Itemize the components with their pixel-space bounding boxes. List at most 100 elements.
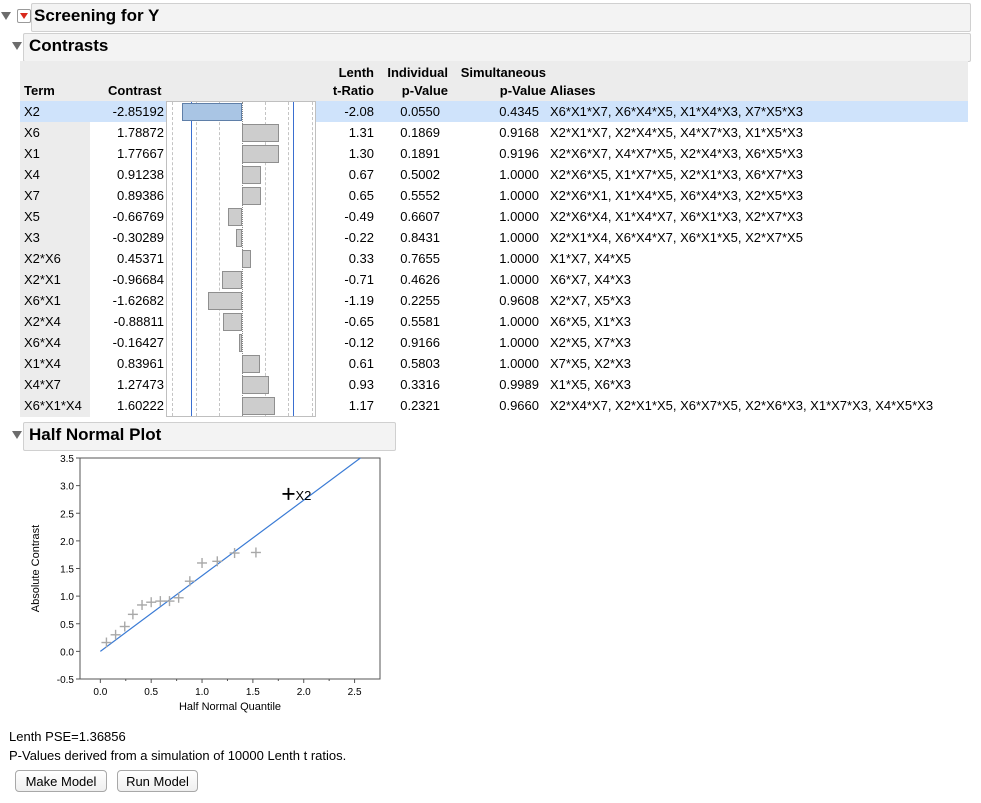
term-cell: X6*X4 <box>24 335 61 350</box>
header-term[interactable]: Term <box>24 83 55 98</box>
point-label: X2 <box>295 488 311 503</box>
header-lenth-top: Lenth <box>338 65 374 80</box>
term-cell: X2 <box>24 104 40 119</box>
individual-p-value-cell: 0.4626 <box>400 272 440 287</box>
header-contrast[interactable]: Contrast <box>108 83 161 98</box>
term-cell: X2*X4 <box>24 314 61 329</box>
contrast-bar[interactable] <box>223 313 242 331</box>
header-simultaneous-bottom[interactable]: p-Value <box>450 83 546 98</box>
screening-header-bar <box>31 3 971 32</box>
y-axis-label: Absolute Contrast <box>30 525 42 612</box>
table-row[interactable]: X7 0.89386 0.65 0.5552 1.0000 X2*X6*X1, X1*X4… <box>20 185 968 206</box>
individual-p-value-cell: 0.0550 <box>400 104 440 119</box>
contrast-bar[interactable] <box>238 334 242 352</box>
x-tick-label: 0.5 <box>144 687 158 698</box>
table-row[interactable]: X1 1.77667 1.30 0.1891 0.9196 X2*X6*X7, X4*X7… <box>20 143 968 164</box>
disclosure-triangle-icon[interactable] <box>12 42 22 50</box>
individual-p-value-cell: 0.8431 <box>400 230 440 245</box>
simultaneous-p-value-cell: 1.0000 <box>499 356 539 371</box>
term-cell: X1*X4 <box>24 356 61 371</box>
individual-p-value-cell: 0.7655 <box>400 251 440 266</box>
contrast-cell: -0.66769 <box>112 209 164 224</box>
table-row[interactable]: X6 1.78872 1.31 0.1869 0.9168 X2*X1*X7, X2*X4… <box>20 122 968 143</box>
term-cell: X6 <box>24 125 40 140</box>
table-row[interactable]: X4 0.91238 0.67 0.5002 1.0000 X2*X6*X5, X1*X7… <box>20 164 968 185</box>
table-row[interactable]: X6*X1 -1.62682 -1.19 0.2255 0.9608 X2*X7, X5*… <box>20 290 968 311</box>
header-aliases[interactable]: Aliases <box>550 83 596 98</box>
aliases-cell: X1*X7, X4*X5 <box>550 251 631 266</box>
table-row[interactable]: X5 -0.66769 -0.49 0.6607 1.0000 X2*X6*X4, X1*… <box>20 206 968 227</box>
header-simultaneous-top: Simultaneous <box>460 65 546 80</box>
contrast-bar[interactable] <box>242 397 276 415</box>
header-individual-bottom[interactable]: p-Value <box>378 83 448 98</box>
table-row[interactable]: X2 -2.85192 -2.08 0.0550 0.4345 X6*X1*X7, X6*… <box>20 101 968 122</box>
red-triangle-menu-icon[interactable] <box>17 9 31 23</box>
x-axis-label: Half Normal Quantile <box>179 701 281 713</box>
y-tick-label: 0.0 <box>60 647 74 658</box>
table-row[interactable]: X1*X4 0.83961 0.61 0.5803 1.0000 X7*X5, X2*X3 <box>20 353 968 374</box>
individual-p-value-cell: 0.5803 <box>400 356 440 371</box>
aliases-cell: X2*X6*X1, X1*X4*X5, X6*X4*X3, X2*X5*X3 <box>550 188 803 203</box>
x-tick-label: 2.5 <box>348 687 362 698</box>
bar-margin-line <box>292 102 294 416</box>
term-cell: X5 <box>24 209 40 224</box>
t-ratio-cell: -0.71 <box>344 272 374 287</box>
y-tick-label: 0.5 <box>60 620 74 631</box>
disclosure-triangle-icon[interactable] <box>1 12 11 20</box>
table-row[interactable]: X4*X7 1.27473 0.93 0.3316 0.9989 X1*X5, X6*X3 <box>20 374 968 395</box>
table-row[interactable]: X6*X1*X4 1.60222 1.17 0.2321 0.9660 X2*X4*X7,… <box>20 395 968 416</box>
contrast-bar[interactable] <box>242 166 262 184</box>
run-model-button[interactable]: Run Model <box>117 770 198 792</box>
contrast-bar[interactable] <box>242 145 280 163</box>
individual-p-value-cell: 0.5002 <box>400 167 440 182</box>
individual-p-value-cell: 0.6607 <box>400 209 440 224</box>
contrast-cell: -0.16427 <box>112 335 164 350</box>
contrasts-title: Contrasts <box>29 36 109 55</box>
simultaneous-p-value-cell: 1.0000 <box>499 314 539 329</box>
contrast-bar[interactable] <box>242 124 280 142</box>
individual-p-value-cell: 0.2255 <box>400 293 440 308</box>
contrast-bar[interactable] <box>242 250 252 268</box>
simultaneous-p-value-cell: 1.0000 <box>499 188 539 203</box>
simultaneous-p-value-cell: 1.0000 <box>499 272 539 287</box>
y-tick-label: 3.0 <box>60 482 74 493</box>
x-tick-label: 1.0 <box>195 687 209 698</box>
simultaneous-p-value-cell: 0.9660 <box>499 398 539 413</box>
table-row[interactable]: X2*X4 -0.88811 -0.65 0.5581 1.0000 X6*X5, X1*… <box>20 311 968 332</box>
y-tick-label: 2.5 <box>60 509 74 520</box>
header-lenth-bottom[interactable]: t-Ratio <box>320 83 374 98</box>
t-ratio-cell: 0.33 <box>348 251 374 266</box>
t-ratio-cell: 1.30 <box>348 146 374 161</box>
contrast-bar[interactable] <box>182 103 242 121</box>
contrast-bar[interactable] <box>207 292 242 310</box>
t-ratio-cell: 1.17 <box>348 398 374 413</box>
y-tick-label: 1.0 <box>60 592 74 603</box>
t-ratio-cell: -0.12 <box>344 335 374 350</box>
aliases-cell: X1*X5, X6*X3 <box>550 377 631 392</box>
contrast-bar[interactable] <box>242 376 269 394</box>
simultaneous-p-value-cell: 1.0000 <box>499 251 539 266</box>
bar-grid-line <box>288 102 290 416</box>
term-cell: X4 <box>24 167 40 182</box>
contrast-bar[interactable] <box>235 229 242 247</box>
table-row[interactable]: X2*X1 -0.96684 -0.71 0.4626 1.0000 X6*X7, X4*… <box>20 269 968 290</box>
half-normal-plot[interactable]: -0.5 0.0 0.5 1.0 1.5 2.0 2.5 3.0 3.5 0.0 0.5 1.0 1.5… <box>0 450 400 725</box>
x-tick-label: 1.5 <box>246 687 260 698</box>
contrast-bar[interactable] <box>242 187 261 205</box>
individual-p-value-cell: 0.9166 <box>400 335 440 350</box>
term-cell: X7 <box>24 188 40 203</box>
table-row[interactable]: X6*X4 -0.16427 -0.12 0.9166 1.0000 X2*X5, X7*… <box>20 332 968 353</box>
table-row[interactable]: X3 -0.30289 -0.22 0.8431 1.0000 X2*X1*X4, X6*… <box>20 227 968 248</box>
term-cell: X1 <box>24 146 40 161</box>
table-row[interactable]: X2*X6 0.45371 0.33 0.7655 1.0000 X1*X7, X4*X5 <box>20 248 968 269</box>
t-ratio-cell: 0.93 <box>348 377 374 392</box>
contrast-bar[interactable] <box>221 271 242 289</box>
contrast-bar[interactable] <box>242 355 260 373</box>
lenth-pse-text: Lenth PSE=1.36856 <box>9 729 126 744</box>
make-model-button[interactable]: Make Model <box>15 770 107 792</box>
x-tick-label: 0.0 <box>93 687 107 698</box>
contrast-bar[interactable] <box>228 208 242 226</box>
contrast-cell: 0.83961 <box>117 356 164 371</box>
contrasts-header-bar <box>23 33 971 62</box>
disclosure-triangle-icon[interactable] <box>12 431 22 439</box>
